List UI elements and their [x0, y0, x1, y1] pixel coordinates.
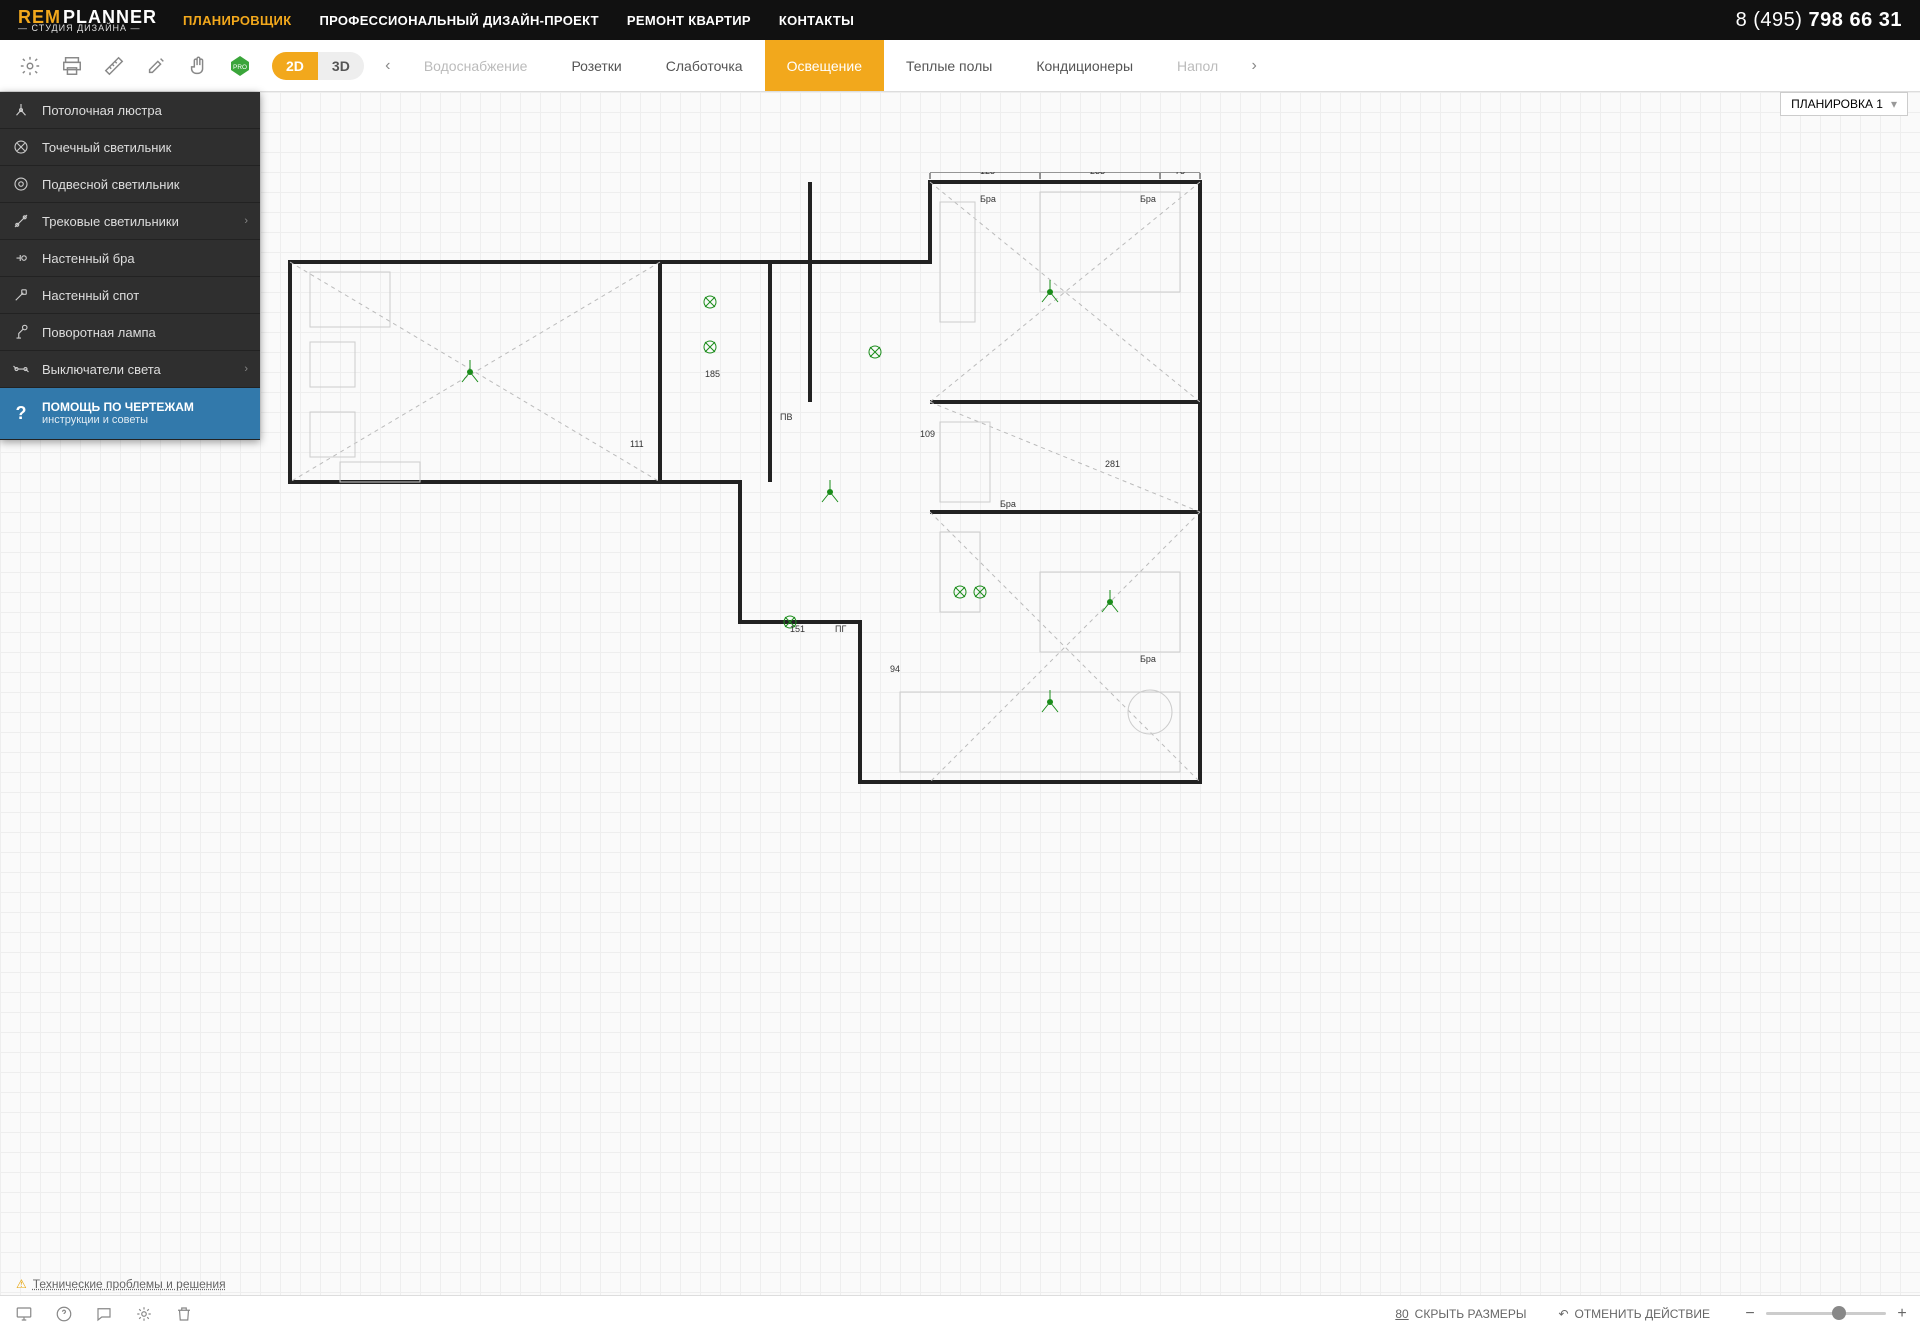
tab-flooring[interactable]: Напол	[1155, 40, 1240, 91]
issues-notice: ⚠ Технические проблемы и решения	[16, 1277, 226, 1291]
svg-text:PRO: PRO	[233, 63, 247, 70]
tab-ac[interactable]: Кондиционеры	[1014, 40, 1155, 91]
sidebar-wallspot[interactable]: Настенный спот	[0, 277, 260, 314]
sidebar-label: Точечный светильник	[42, 140, 171, 155]
issues-link[interactable]: Технические проблемы и решения	[33, 1277, 226, 1291]
nav-design[interactable]: ПРОФЕССИОНАЛЬНЫЙ ДИЗАЙН-ПРОЕКТ	[319, 13, 598, 28]
tab-sockets[interactable]: Розетки	[549, 40, 643, 91]
trash-icon[interactable]	[170, 1300, 198, 1328]
tab-water[interactable]: Водоснабжение	[402, 40, 550, 91]
canvas-area[interactable]: 125 233 75 185 111 109 281 151 94 Бра Бр…	[0, 92, 1920, 1295]
chat-icon[interactable]	[90, 1300, 118, 1328]
help-icon: ?	[12, 403, 30, 424]
sidebar-label: Потолочная люстра	[42, 103, 162, 118]
sidebar-label: Подвесной светильник	[42, 177, 179, 192]
tab-lighting[interactable]: Освещение	[765, 40, 884, 91]
zoom-control: − +	[1742, 1305, 1910, 1323]
floor-plan[interactable]: 125 233 75 185 111 109 281 151 94 Бра Бр…	[280, 172, 1220, 792]
main-nav: ПЛАНИРОВЩИК ПРОФЕССИОНАЛЬНЫЙ ДИЗАЙН-ПРОЕ…	[183, 13, 854, 28]
hide-dims-label: СКРЫТЬ РАЗМЕРЫ	[1415, 1307, 1527, 1321]
phone-prefix: 8 (495)	[1736, 9, 1809, 31]
undo-button[interactable]: ↶ ОТМЕНИТЬ ДЕЙСТВИЕ	[1558, 1307, 1710, 1321]
dim-94: 94	[890, 664, 900, 674]
sidebar-label: Выключатели света	[42, 362, 161, 377]
warning-icon: ⚠	[16, 1277, 27, 1291]
dim-75: 75	[1175, 172, 1185, 176]
help-title: ПОМОЩЬ ПО ЧЕРТЕЖАМ	[42, 400, 194, 414]
phone-number: 798 66 31	[1809, 9, 1902, 31]
help-circle-icon[interactable]	[50, 1300, 78, 1328]
view-2d[interactable]: 2D	[272, 52, 318, 80]
hide-dimensions-button[interactable]: 80 СКРЫТЬ РАЗМЕРЫ	[1395, 1307, 1526, 1321]
logo-sub: — СТУДИЯ ДИЗАЙНА —	[18, 24, 157, 33]
nav-contacts[interactable]: КОНТАКТЫ	[779, 13, 854, 28]
sidebar-pendant[interactable]: Подвесной светильник	[0, 166, 260, 203]
header-phone: 8 (495) 798 66 31	[1736, 9, 1902, 32]
toolbar: PRO 2D 3D ‹ Водоснабжение Розетки Слабот…	[0, 40, 1920, 92]
print-icon[interactable]	[54, 48, 90, 84]
lbl-bra4: Бра	[1140, 654, 1156, 664]
sidebar-label: Трековые светильники	[42, 214, 179, 229]
nav-planner[interactable]: ПЛАНИРОВЩИК	[183, 13, 291, 28]
lbl-bra2: Бра	[1140, 194, 1156, 204]
hand-icon[interactable]	[180, 48, 216, 84]
tools-icon[interactable]	[138, 48, 174, 84]
tab-lowcurrent[interactable]: Слаботочка	[644, 40, 765, 91]
chevron-right-icon: ›	[244, 363, 248, 375]
dim-count: 80	[1395, 1307, 1408, 1321]
dim-185: 185	[705, 369, 720, 379]
zoom-slider[interactable]	[1766, 1312, 1886, 1315]
lbl-bra1: Бра	[980, 194, 996, 204]
tabs-prev-icon[interactable]: ‹	[374, 40, 402, 91]
chevron-down-icon: ▾	[1891, 97, 1897, 111]
zoom-in-button[interactable]: +	[1894, 1305, 1910, 1323]
logo[interactable]: REM PLANNER — СТУДИЯ ДИЗАЙНА —	[18, 8, 157, 33]
sidebar-chandelier[interactable]: Потолочная люстра	[0, 92, 260, 129]
tab-heatedfloor[interactable]: Теплые полы	[884, 40, 1014, 91]
chevron-right-icon: ›	[244, 215, 248, 227]
sidebar-label: Настенный бра	[42, 251, 135, 266]
lighting-sidebar: Потолочная люстра Точечный светильник По…	[0, 92, 260, 440]
tool-icons: PRO	[8, 48, 262, 84]
zoom-out-button[interactable]: −	[1742, 1305, 1758, 1323]
gear-icon[interactable]	[130, 1300, 158, 1328]
dim-109: 109	[920, 429, 935, 439]
help-subtitle: инструкции и советы	[42, 414, 194, 427]
dim-125: 125	[980, 172, 995, 176]
sidebar-label: Настенный спот	[42, 288, 139, 303]
sidebar-help[interactable]: ? ПОМОЩЬ ПО ЧЕРТЕЖАМ инструкции и советы	[0, 388, 260, 440]
dim-111: 111	[630, 439, 644, 449]
zoom-thumb[interactable]	[1832, 1306, 1846, 1320]
sidebar-spotlight[interactable]: Точечный светильник	[0, 129, 260, 166]
pro-badge-icon[interactable]: PRO	[222, 48, 258, 84]
layout-dropdown-label: ПЛАНИРОВКА 1	[1791, 97, 1883, 111]
tabs-next-icon[interactable]: ›	[1240, 40, 1268, 91]
category-tabs: ‹ Водоснабжение Розетки Слаботочка Освещ…	[374, 40, 1912, 91]
sidebar-sconce[interactable]: Настенный бра	[0, 240, 260, 277]
lbl-pg: ПГ	[835, 624, 846, 634]
dim-233: 233	[1090, 172, 1105, 176]
sidebar-label: Поворотная лампа	[42, 325, 156, 340]
dim-281: 281	[1105, 459, 1120, 469]
ruler-icon[interactable]	[96, 48, 132, 84]
sidebar-track[interactable]: Трековые светильники ›	[0, 203, 260, 240]
settings-gear-icon[interactable]	[12, 48, 48, 84]
display-icon[interactable]	[10, 1300, 38, 1328]
dim-151: 151	[790, 624, 805, 634]
view-3d[interactable]: 3D	[318, 52, 364, 80]
lbl-pv: ПВ	[780, 412, 792, 422]
layout-dropdown[interactable]: ПЛАНИРОВКА 1 ▾	[1780, 92, 1908, 116]
undo-label: ОТМЕНИТЬ ДЕЙСТВИЕ	[1575, 1307, 1710, 1321]
undo-icon: ↶	[1558, 1307, 1568, 1321]
nav-renovation[interactable]: РЕМОНТ КВАРТИР	[627, 13, 751, 28]
lbl-bra3: Бра	[1000, 499, 1016, 509]
sidebar-rotlamp[interactable]: Поворотная лампа	[0, 314, 260, 351]
view-toggle: 2D 3D	[272, 52, 364, 80]
footer-bar: 80 СКРЫТЬ РАЗМЕРЫ ↶ ОТМЕНИТЬ ДЕЙСТВИЕ − …	[0, 1295, 1920, 1331]
top-header: REM PLANNER — СТУДИЯ ДИЗАЙНА — ПЛАНИРОВЩ…	[0, 0, 1920, 40]
sidebar-switches[interactable]: Выключатели света ›	[0, 351, 260, 388]
